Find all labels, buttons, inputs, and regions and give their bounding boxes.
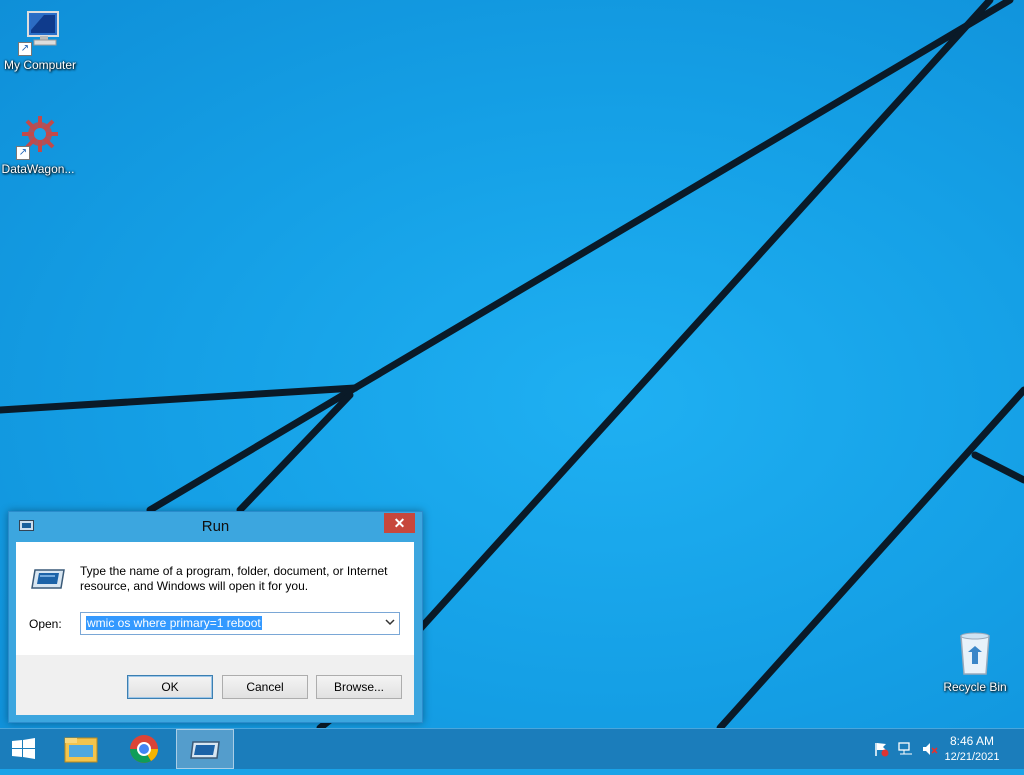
- run-description: Type the name of a program, folder, docu…: [80, 564, 388, 593]
- recycle-bin-icon: [951, 630, 999, 678]
- file-explorer-icon: [64, 737, 98, 763]
- shortcut-arrow-icon: ↗: [16, 146, 30, 160]
- desktop-icon-datawagon[interactable]: ↗ DataWagon...: [0, 112, 78, 176]
- close-button[interactable]: ✕: [384, 513, 415, 533]
- run-dialog[interactable]: Run ✕ Type the name of a program, folder…: [8, 511, 423, 723]
- taskbar: 8:46 AM 12/21/2021: [0, 728, 1024, 769]
- run-body: Type the name of a program, folder, docu…: [16, 542, 414, 715]
- run-body-content: Type the name of a program, folder, docu…: [16, 542, 414, 655]
- desktop[interactable]: ↗ My Computer ↗ DataWagon... Recycle Bin…: [0, 0, 1024, 728]
- file-explorer-button[interactable]: [52, 729, 110, 769]
- clock-date[interactable]: 12/21/2021: [932, 751, 1012, 763]
- desktop-icon-label: DataWagon...: [1, 162, 75, 176]
- computer-icon: ↗: [16, 8, 64, 56]
- chrome-button[interactable]: [115, 729, 173, 769]
- run-titlebar[interactable]: Run ✕: [9, 512, 422, 542]
- start-button[interactable]: [0, 729, 48, 769]
- datawagon-gear-icon: ↗: [14, 112, 62, 160]
- clock-time[interactable]: 8:46 AM: [932, 734, 1012, 748]
- command-input[interactable]: wmic os where primary=1 reboot: [86, 616, 262, 630]
- ok-button[interactable]: OK: [127, 675, 213, 699]
- run-program-icon: [31, 569, 65, 589]
- open-label: Open:: [29, 617, 62, 631]
- start-icon: [12, 738, 35, 759]
- run-title: Run: [201, 518, 230, 535]
- shortcut-arrow-icon: ↗: [18, 42, 32, 56]
- chrome-icon: [130, 735, 158, 763]
- desktop-icon-label: My Computer: [3, 58, 77, 72]
- run-icon: [190, 741, 220, 759]
- desktop-icon-my-computer[interactable]: ↗ My Computer: [0, 8, 80, 72]
- browse-button[interactable]: Browse...: [316, 675, 402, 699]
- desktop-icon-label: Recycle Bin: [943, 680, 1007, 694]
- command-combobox[interactable]: wmic os where primary=1 reboot: [80, 612, 400, 635]
- cancel-button[interactable]: Cancel: [222, 675, 308, 699]
- desktop-icon-recycle-bin[interactable]: Recycle Bin: [935, 630, 1015, 694]
- network-icon[interactable]: [898, 741, 914, 757]
- chevron-down-icon[interactable]: [385, 617, 395, 627]
- run-taskbar-button[interactable]: [176, 729, 234, 769]
- action-center-flag-icon[interactable]: [873, 741, 889, 757]
